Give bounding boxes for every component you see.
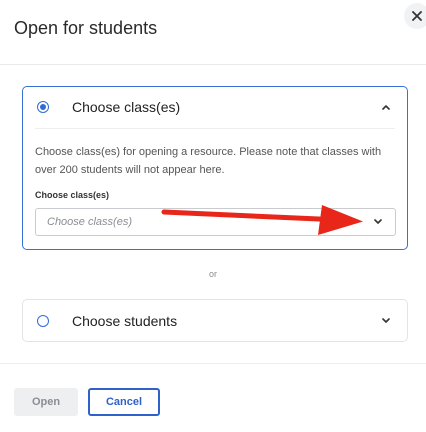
or-separator: or: [209, 269, 218, 279]
chevron-up-icon[interactable]: [382, 104, 390, 110]
classes-description: Choose class(es) for opening a resource.…: [35, 146, 382, 176]
dialog-title: Open for students: [14, 18, 158, 38]
chevron-down-icon: [374, 219, 382, 224]
choose-classes-radio[interactable]: [37, 101, 49, 113]
classes-field-label: Choose class(es): [35, 190, 110, 200]
choose-students-radio[interactable]: [37, 315, 49, 327]
chevron-down-icon[interactable]: [382, 318, 390, 324]
choose-students-card[interactable]: Choose students: [22, 299, 408, 342]
open-button[interactable]: Open: [14, 388, 78, 416]
annotation-arrow: [161, 205, 363, 235]
close-button[interactable]: [404, 3, 426, 29]
choose-students-label[interactable]: Choose students: [72, 313, 177, 329]
classes-select-placeholder: Choose class(es): [47, 216, 132, 228]
close-icon: [412, 11, 422, 21]
header-divider: [0, 64, 426, 65]
footer-divider: [0, 363, 426, 364]
cancel-button[interactable]: Cancel: [88, 388, 160, 416]
choose-classes-label[interactable]: Choose class(es): [72, 99, 180, 115]
card-divider: [35, 128, 395, 129]
